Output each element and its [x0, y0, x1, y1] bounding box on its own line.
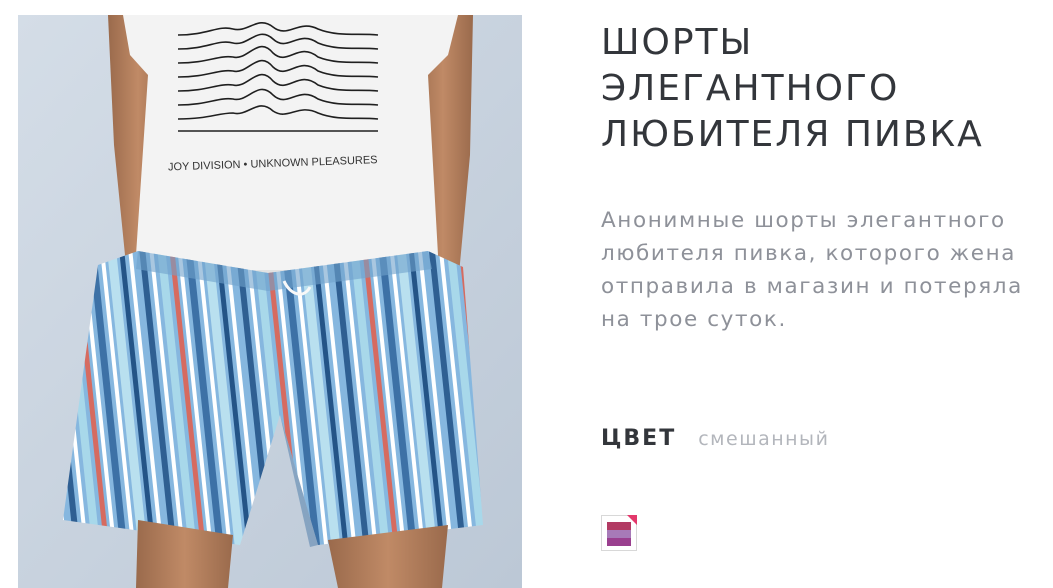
selected-corner-icon	[627, 515, 637, 525]
swatch-stripe-bottom	[607, 538, 631, 546]
color-row: ЦВЕТ смешанный	[601, 426, 829, 451]
swatch-stripe-middle	[607, 530, 631, 538]
color-label: ЦВЕТ	[601, 426, 677, 451]
product-page: JOY DIVISION • UNKNOWN PLEASURES ШОРТЫ Э…	[0, 0, 1053, 588]
product-image: JOY DIVISION • UNKNOWN PLEASURES	[18, 15, 522, 588]
color-value: смешанный	[698, 428, 830, 450]
product-description: Анонимные шорты элегантного любителя пив…	[601, 208, 1023, 332]
product-title: ШОРТЫ ЭЛЕГАНТНОГО ЛЮБИТЕЛЯ ПИВКА	[601, 22, 984, 155]
color-swatch-mixed[interactable]	[601, 515, 637, 551]
